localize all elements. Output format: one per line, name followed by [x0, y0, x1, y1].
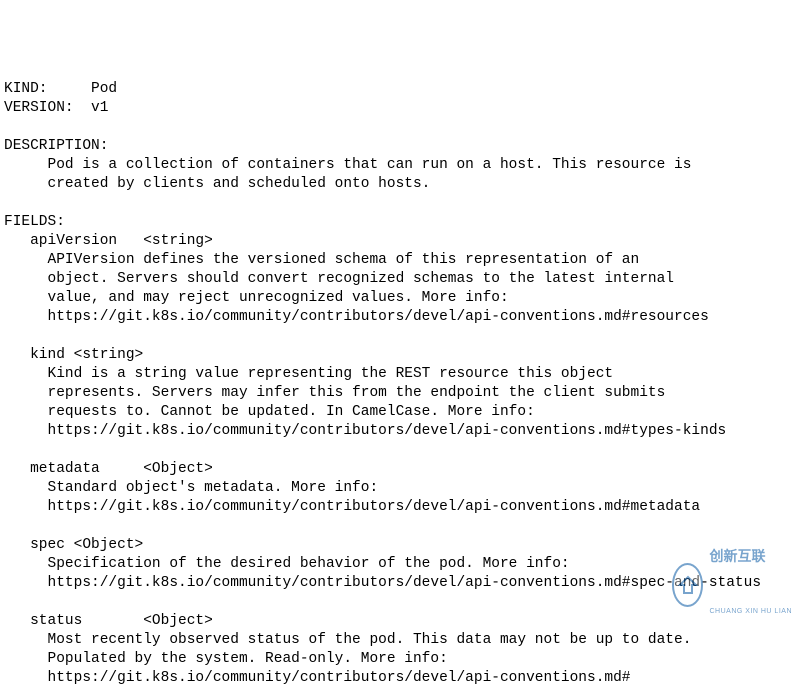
watermark-py: CHUANG XIN HU LIAN: [709, 602, 792, 621]
field-decl-kind: kind <string>: [4, 347, 143, 363]
description-line: created by clients and scheduled onto ho…: [4, 176, 430, 192]
field-line: Specification of the desired behavior of…: [4, 556, 570, 572]
field-line: https://git.k8s.io/community/contributor…: [4, 499, 700, 515]
version-value: v1: [91, 100, 108, 116]
watermark: 创新互联 CHUANG XIN HU LIAN: [672, 561, 792, 609]
description-line: Pod is a collection of containers that c…: [4, 157, 691, 173]
field-decl-apiVersion: apiVersion <string>: [4, 233, 213, 249]
field-line: https://git.k8s.io/community/contributor…: [4, 670, 631, 686]
field-line: APIVersion defines the versioned schema …: [4, 252, 639, 268]
field-decl-spec: spec <Object>: [4, 537, 143, 553]
kind-label: KIND:: [4, 81, 48, 97]
field-line: represents. Servers may infer this from …: [4, 385, 665, 401]
field-line: https://git.k8s.io/community/contributor…: [4, 575, 761, 591]
kind-value: Pod: [91, 81, 117, 97]
brand-logo-icon: [672, 563, 703, 607]
field-line: Populated by the system. Read-only. More…: [4, 651, 448, 667]
field-line: Most recently observed status of the pod…: [4, 632, 691, 648]
watermark-cn: 创新互联: [709, 549, 792, 564]
field-decl-status: status <Object>: [4, 613, 213, 629]
field-line: Standard object's metadata. More info:: [4, 480, 378, 496]
field-decl-metadata: metadata <Object>: [4, 461, 213, 477]
field-line: object. Servers should convert recognize…: [4, 271, 674, 287]
fields-label: FIELDS:: [4, 214, 65, 230]
field-line: https://git.k8s.io/community/contributor…: [4, 309, 709, 325]
field-line: https://git.k8s.io/community/contributor…: [4, 423, 726, 439]
field-line: value, and may reject unrecognized value…: [4, 290, 509, 306]
version-label: VERSION:: [4, 100, 74, 116]
field-line: requests to. Cannot be updated. In Camel…: [4, 404, 535, 420]
field-line: Kind is a string value representing the …: [4, 366, 613, 382]
description-label: DESCRIPTION:: [4, 138, 108, 154]
